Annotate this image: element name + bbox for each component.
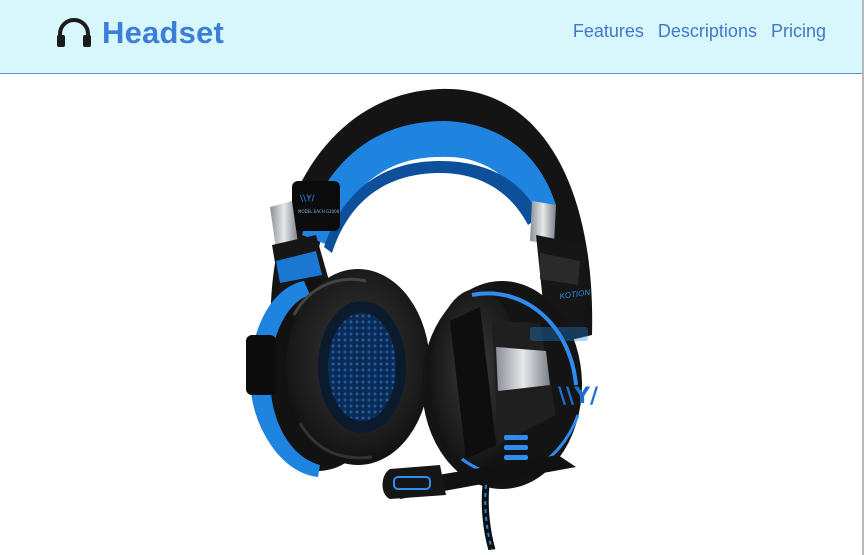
page: Headset Features Descriptions Pricing \\… <box>0 0 864 555</box>
headphones-icon <box>56 18 92 48</box>
main-nav: Features Descriptions Pricing <box>573 21 826 42</box>
model-label: MODEL EACH G2000 <box>298 209 340 214</box>
top-navbar: Headset Features Descriptions Pricing <box>0 0 862 74</box>
headset-product-image: \\Y/ MODEL EACH G2000 KOTION \\Y/ <box>246 88 599 550</box>
nav-link-features[interactable]: Features <box>573 21 644 42</box>
brand-link[interactable]: Headset <box>56 13 224 53</box>
nav-link-pricing[interactable]: Pricing <box>771 21 826 42</box>
svg-text:\\Y/: \\Y/ <box>300 194 316 204</box>
hero-section: \\Y/ MODEL EACH G2000 KOTION \\Y/ <box>0 75 862 555</box>
svg-text:\\Y/: \\Y/ <box>558 384 599 409</box>
brand-title: Headset <box>102 15 225 50</box>
nav-link-descriptions[interactable]: Descriptions <box>658 21 757 42</box>
